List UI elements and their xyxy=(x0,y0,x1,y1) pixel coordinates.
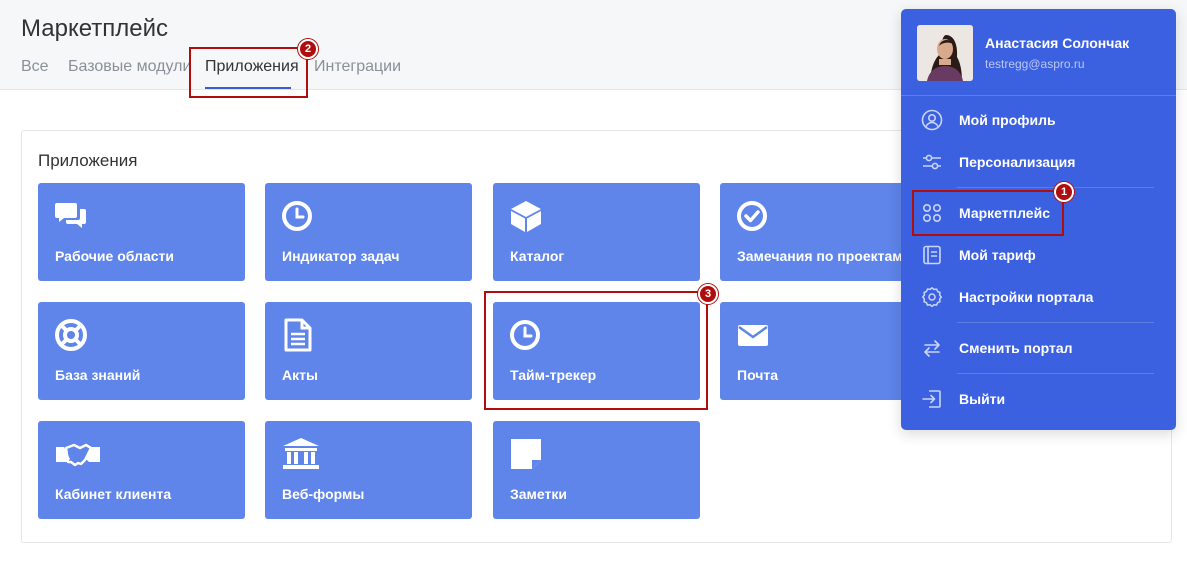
tab-base-modules[interactable]: Базовые модули xyxy=(68,58,191,76)
menu-item-label: Сменить портал xyxy=(959,340,1073,356)
user-name: Анастасия Солончак xyxy=(985,35,1130,51)
tile-label: Почта xyxy=(737,367,779,383)
chat-icon xyxy=(55,203,86,228)
menu-divider xyxy=(901,95,1176,96)
tile-label: Рабочие области xyxy=(55,248,174,264)
menu-item-profile[interactable]: Мой профиль xyxy=(901,100,1176,140)
tab-all[interactable]: Все xyxy=(21,58,49,76)
menu-divider xyxy=(957,322,1154,323)
avatar xyxy=(917,25,973,81)
tile-label: Замечания по проектам xyxy=(737,248,903,264)
tile-label: Акты xyxy=(282,367,318,383)
menu-item-label: Персонализация xyxy=(959,154,1076,170)
tile-project-remarks[interactable]: Замечания по проектам xyxy=(720,183,927,281)
tile-label: Индикатор задач xyxy=(282,248,400,264)
menu-item-personalization[interactable]: Персонализация xyxy=(901,142,1176,182)
menu-divider xyxy=(957,373,1154,374)
tile-label: Кабинет клиента xyxy=(55,486,172,502)
tile-web-forms[interactable]: Веб-формы xyxy=(265,421,472,519)
menu-item-label: Настройки портала xyxy=(959,289,1094,305)
page-title: Маркетплейс xyxy=(21,15,169,42)
handshake-icon xyxy=(56,443,100,467)
annotation-badge: 1 xyxy=(1054,182,1074,202)
logout-icon xyxy=(922,390,941,408)
user-circle-icon xyxy=(921,109,943,131)
menu-item-portal-settings[interactable]: Настройки портала xyxy=(901,277,1176,317)
clock-icon xyxy=(282,201,312,231)
annotation-box-tab xyxy=(189,47,308,98)
swap-icon xyxy=(924,340,940,357)
box-icon xyxy=(511,201,541,232)
lifebuoy-icon xyxy=(55,319,87,351)
annotation-box-tile xyxy=(484,291,708,410)
menu-item-logout[interactable]: Выйти xyxy=(901,379,1176,419)
tile-task-indicator[interactable]: Индикатор задач xyxy=(265,183,472,281)
gear-icon xyxy=(922,287,943,308)
tile-label: База знаний xyxy=(55,367,141,383)
tile-label: Веб-формы xyxy=(282,486,365,502)
section-title: Приложения xyxy=(38,151,138,170)
tile-client-cabinet[interactable]: Кабинет клиента xyxy=(38,421,245,519)
tile-catalog[interactable]: Каталог xyxy=(493,183,700,281)
menu-item-label: Мой профиль xyxy=(959,112,1056,128)
menu-item-switch-portal[interactable]: Сменить портал xyxy=(901,328,1176,368)
note-icon xyxy=(511,439,541,469)
annotation-badge: 3 xyxy=(698,284,718,304)
tile-acts[interactable]: Акты xyxy=(265,302,472,400)
tariff-icon xyxy=(923,245,941,265)
sliders-icon xyxy=(923,154,941,170)
tile-knowledge-base[interactable]: База знаний xyxy=(38,302,245,400)
mail-icon xyxy=(738,325,768,346)
annotation-box-menu xyxy=(912,190,1064,236)
tile-label: Каталог xyxy=(510,248,565,264)
menu-item-tariff[interactable]: Мой тариф xyxy=(901,235,1176,275)
tile-workspaces[interactable]: Рабочие области xyxy=(38,183,245,281)
tile-label: Заметки xyxy=(510,486,567,502)
document-icon xyxy=(284,318,312,352)
menu-item-label: Выйти xyxy=(959,391,1006,407)
check-circle-icon xyxy=(737,201,767,231)
user-email: testregg@aspro.ru xyxy=(985,57,1085,71)
annotation-badge: 2 xyxy=(298,39,318,59)
bank-icon xyxy=(283,438,319,469)
tile-notes[interactable]: Заметки xyxy=(493,421,700,519)
tile-mail[interactable]: Почта xyxy=(720,302,927,400)
menu-item-label: Мой тариф xyxy=(959,247,1036,263)
tab-integrations[interactable]: Интеграции xyxy=(314,58,401,76)
